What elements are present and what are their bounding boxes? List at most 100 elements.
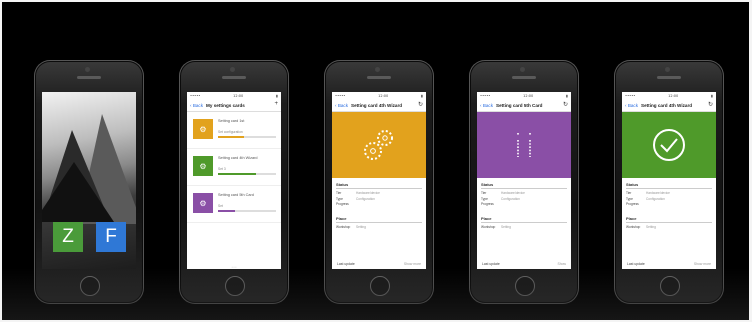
app-tile-f[interactable]: F: [96, 222, 126, 252]
detail-screen: ••••• 12:00 ▮ ‹ Back Setting card 5th Ca…: [477, 92, 571, 269]
show-more-link[interactable]: Show: [558, 262, 566, 266]
row-key: Tier: [626, 191, 632, 195]
row-value: Configuration: [501, 196, 520, 201]
row-value: Hardware/device: [356, 191, 380, 195]
place-section: Place Workshop Setting: [332, 212, 426, 229]
section-heading: Place: [481, 216, 567, 223]
phone-home: Z F: [34, 60, 144, 304]
front-camera: [520, 67, 525, 72]
show-more-link[interactable]: Show more: [404, 262, 421, 266]
home-button[interactable]: [370, 276, 390, 296]
carrier-label: •••••: [335, 93, 346, 98]
detail-screen: ••••• 12:00 ▮ ‹ Back Setting card 4th Wi…: [332, 92, 426, 269]
section-heading: Place: [336, 216, 422, 223]
row-key: Type: [336, 196, 343, 201]
front-camera: [85, 67, 90, 72]
battery-icon: ▮: [276, 93, 278, 98]
row-key: Progress: [336, 202, 349, 206]
status-section: Status Tier Hardware/device Type Configura…: [477, 178, 571, 206]
row-key: Tier: [336, 191, 342, 195]
section-heading: Status: [336, 182, 422, 189]
carrier-label: •••••: [480, 93, 491, 98]
status-section: Status Tier Hardware/device Type Configura…: [622, 178, 716, 206]
add-icon[interactable]: +: [274, 101, 278, 107]
time-label: 12:00: [668, 93, 679, 98]
row-value: Setting: [646, 225, 656, 229]
row-key: Workshop: [626, 225, 641, 229]
home-button[interactable]: [225, 276, 245, 296]
nav-bar: ‹ Back My settings cards +: [187, 99, 281, 112]
time-label: 12:00: [378, 93, 389, 98]
refresh-icon[interactable]: ↻: [418, 101, 423, 108]
settings-icon: ⚙: [193, 119, 213, 139]
home-button[interactable]: [515, 276, 535, 296]
list-item-subtitle: Set 3: [218, 167, 226, 171]
speaker-grille: [367, 76, 391, 79]
row-key: Workshop: [336, 225, 351, 229]
list-item[interactable]: ⚙ Setting card 1st Set configuration: [187, 112, 281, 149]
gears-icon: [364, 130, 393, 160]
list-item-title: Setting card 4th Wizard: [218, 156, 258, 160]
front-camera: [375, 67, 380, 72]
carrier-label: •••••: [625, 93, 636, 98]
list-item-progress: [218, 210, 276, 212]
showcase-stage: Z F ••••• 12:00 ▮ ‹ Back My settings car…: [2, 2, 749, 320]
back-button[interactable]: ‹ Back: [625, 103, 638, 108]
speaker-grille: [77, 76, 101, 79]
time-label: 12:00: [523, 93, 534, 98]
section-heading: Place: [626, 216, 712, 223]
nav-bar: ‹ Back Setting card 5th Card ↻: [477, 99, 571, 112]
settings-icon: ⚙: [193, 156, 213, 176]
detail-row: Progress: [336, 202, 422, 206]
back-button[interactable]: ‹ Back: [190, 103, 203, 108]
refresh-icon[interactable]: ↻: [563, 101, 568, 108]
detail-row: Type Configuration: [481, 197, 567, 201]
nav-title: Setting card 4th Wizard: [641, 102, 693, 108]
carrier-label: •••••: [190, 93, 201, 98]
nav-bar: ‹ Back Setting card 4th Wizard ↻: [622, 99, 716, 112]
back-button[interactable]: ‹ Back: [480, 103, 493, 108]
speaker-grille: [657, 76, 681, 79]
front-camera: [665, 67, 670, 72]
status-bar: ••••• 12:00 ▮: [332, 92, 426, 99]
list-item[interactable]: ⚙ Setting card 5th Card Set: [187, 186, 281, 223]
footer-left-label: Last update: [627, 262, 645, 266]
detail-footer: Last update Show more: [622, 262, 716, 266]
row-value: Configuration: [646, 196, 665, 201]
detail-row: Workshop Setting: [481, 225, 567, 229]
home-button[interactable]: [660, 276, 680, 296]
phone-detail-orange: ••••• 12:00 ▮ ‹ Back Setting card 4th Wi…: [324, 60, 434, 304]
nav-bar: ‹ Back Setting card 4th Wizard ↻: [332, 99, 426, 112]
row-value: Hardware/device: [501, 191, 525, 195]
speaker-grille: [222, 76, 246, 79]
detail-row: Tier Hardware/device: [626, 191, 712, 195]
row-value: Configuration: [356, 196, 375, 201]
battery-icon: ▮: [566, 93, 568, 98]
footer-left-label: Last update: [337, 262, 355, 266]
banner: [477, 112, 571, 178]
list-item-subtitle: Set configuration: [218, 130, 243, 134]
back-label: Back: [627, 102, 639, 108]
home-button[interactable]: [80, 276, 100, 296]
place-section: Place Workshop Setting: [622, 212, 716, 229]
nav-title: Setting card 4th Wizard: [351, 102, 403, 108]
detail-row: Workshop Setting: [336, 225, 422, 229]
refresh-icon[interactable]: ↻: [708, 101, 713, 108]
footer-left-label: Last update: [482, 262, 500, 266]
phone-list: ••••• 12:00 ▮ ‹ Back My settings cards +…: [179, 60, 289, 304]
phone-detail-purple: ••••• 12:00 ▮ ‹ Back Setting card 5th Ca…: [469, 60, 579, 304]
battery-icon: ▮: [421, 93, 423, 98]
back-button[interactable]: ‹ Back: [335, 103, 348, 108]
detail-screen: ••••• 12:00 ▮ ‹ Back Setting card 4th Wi…: [622, 92, 716, 269]
banner: [332, 112, 426, 178]
app-tile-z[interactable]: Z: [53, 222, 83, 252]
detail-footer: Last update Show more: [332, 262, 426, 266]
detail-row: Type Configuration: [626, 197, 712, 201]
detail-row: Tier Hardware/device: [336, 191, 422, 195]
show-more-link[interactable]: Show more: [694, 262, 711, 266]
battery-icon: ▮: [711, 93, 713, 98]
list-item[interactable]: ⚙ Setting card 4th Wizard Set 3: [187, 149, 281, 186]
status-bar: ••••• 12:00 ▮: [477, 92, 571, 99]
row-value: Hardware/device: [646, 191, 670, 195]
row-key: Type: [481, 196, 488, 201]
